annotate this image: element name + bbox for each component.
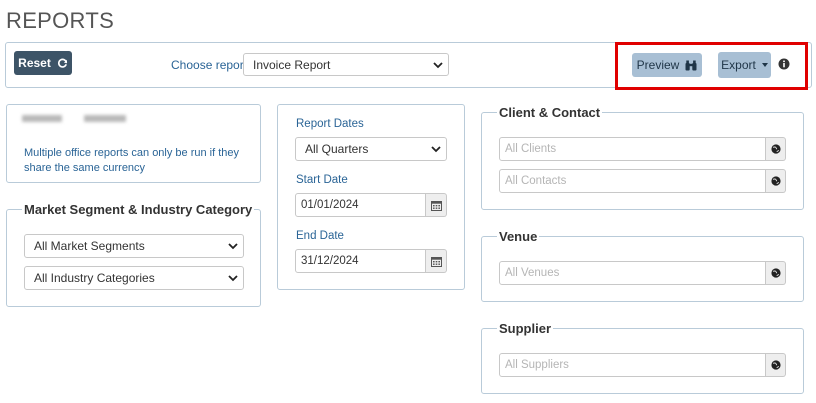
chevron-down-icon [228, 275, 238, 282]
export-button-label: Export [721, 58, 756, 72]
client-contact-panel [481, 112, 804, 210]
end-date-input[interactable]: 31/12/2024 [295, 249, 426, 273]
report-select[interactable]: Invoice Report [243, 53, 449, 76]
venues-input[interactable]: All Venues [499, 261, 766, 285]
globe-icon [770, 144, 781, 154]
globe-icon [770, 176, 781, 186]
market-segment-select[interactable]: All Market Segments [24, 234, 244, 258]
info-icon[interactable] [778, 58, 790, 70]
report-select-value: Invoice Report [253, 57, 331, 72]
export-dropdown-button[interactable]: Export [718, 52, 771, 78]
client-contact-legend: Client & Contact [497, 105, 603, 120]
contacts-input[interactable]: All Contacts [499, 169, 766, 193]
reset-button-label: Reset [18, 56, 51, 70]
market-segment-panel [6, 209, 261, 307]
venue-legend: Venue [497, 229, 540, 244]
report-dates-select[interactable]: All Quarters [295, 137, 447, 161]
supplier-legend: Supplier [497, 321, 554, 336]
start-date-input[interactable]: 01/01/2024 [295, 193, 426, 217]
calendar-icon [430, 200, 442, 211]
contacts-globe-button[interactable] [766, 169, 786, 193]
market-segment-legend: Market Segment & Industry Category [22, 202, 255, 217]
clients-globe-button[interactable] [766, 137, 786, 161]
chevron-down-icon [433, 61, 443, 68]
start-date-label: Start Date [296, 174, 348, 186]
suppliers-input[interactable]: All Suppliers [499, 353, 766, 377]
preview-button[interactable]: Preview [632, 53, 702, 77]
page-title: REPORTS [6, 8, 115, 33]
globe-icon [770, 268, 781, 278]
calendar-icon [430, 256, 442, 267]
office-name-redacted [22, 115, 62, 122]
reset-button[interactable]: Reset [14, 51, 72, 75]
refresh-icon [57, 58, 67, 68]
end-date-label: End Date [296, 230, 344, 242]
report-dates-value: All Quarters [305, 142, 369, 156]
chevron-down-icon [431, 146, 441, 153]
industry-category-value: All Industry Categories [34, 271, 155, 285]
choose-report-label: Choose report [171, 58, 248, 72]
globe-icon [770, 360, 781, 370]
chevron-down-icon [228, 243, 238, 250]
preview-button-label: Preview [636, 58, 680, 72]
caret-down-icon [761, 63, 768, 67]
industry-category-select[interactable]: All Industry Categories [24, 266, 244, 290]
start-date-calendar-button[interactable] [426, 193, 447, 217]
currency-note: Multiple office reports can only be run … [24, 147, 240, 174]
report-dates-label: Report Dates [296, 118, 364, 130]
market-segment-value: All Market Segments [34, 239, 145, 253]
suppliers-globe-button[interactable] [766, 353, 786, 377]
office-name-redacted [84, 115, 126, 122]
venues-globe-button[interactable] [766, 261, 786, 285]
clients-input[interactable]: All Clients [499, 137, 766, 161]
binoculars-icon [685, 60, 697, 70]
end-date-calendar-button[interactable] [426, 249, 447, 273]
